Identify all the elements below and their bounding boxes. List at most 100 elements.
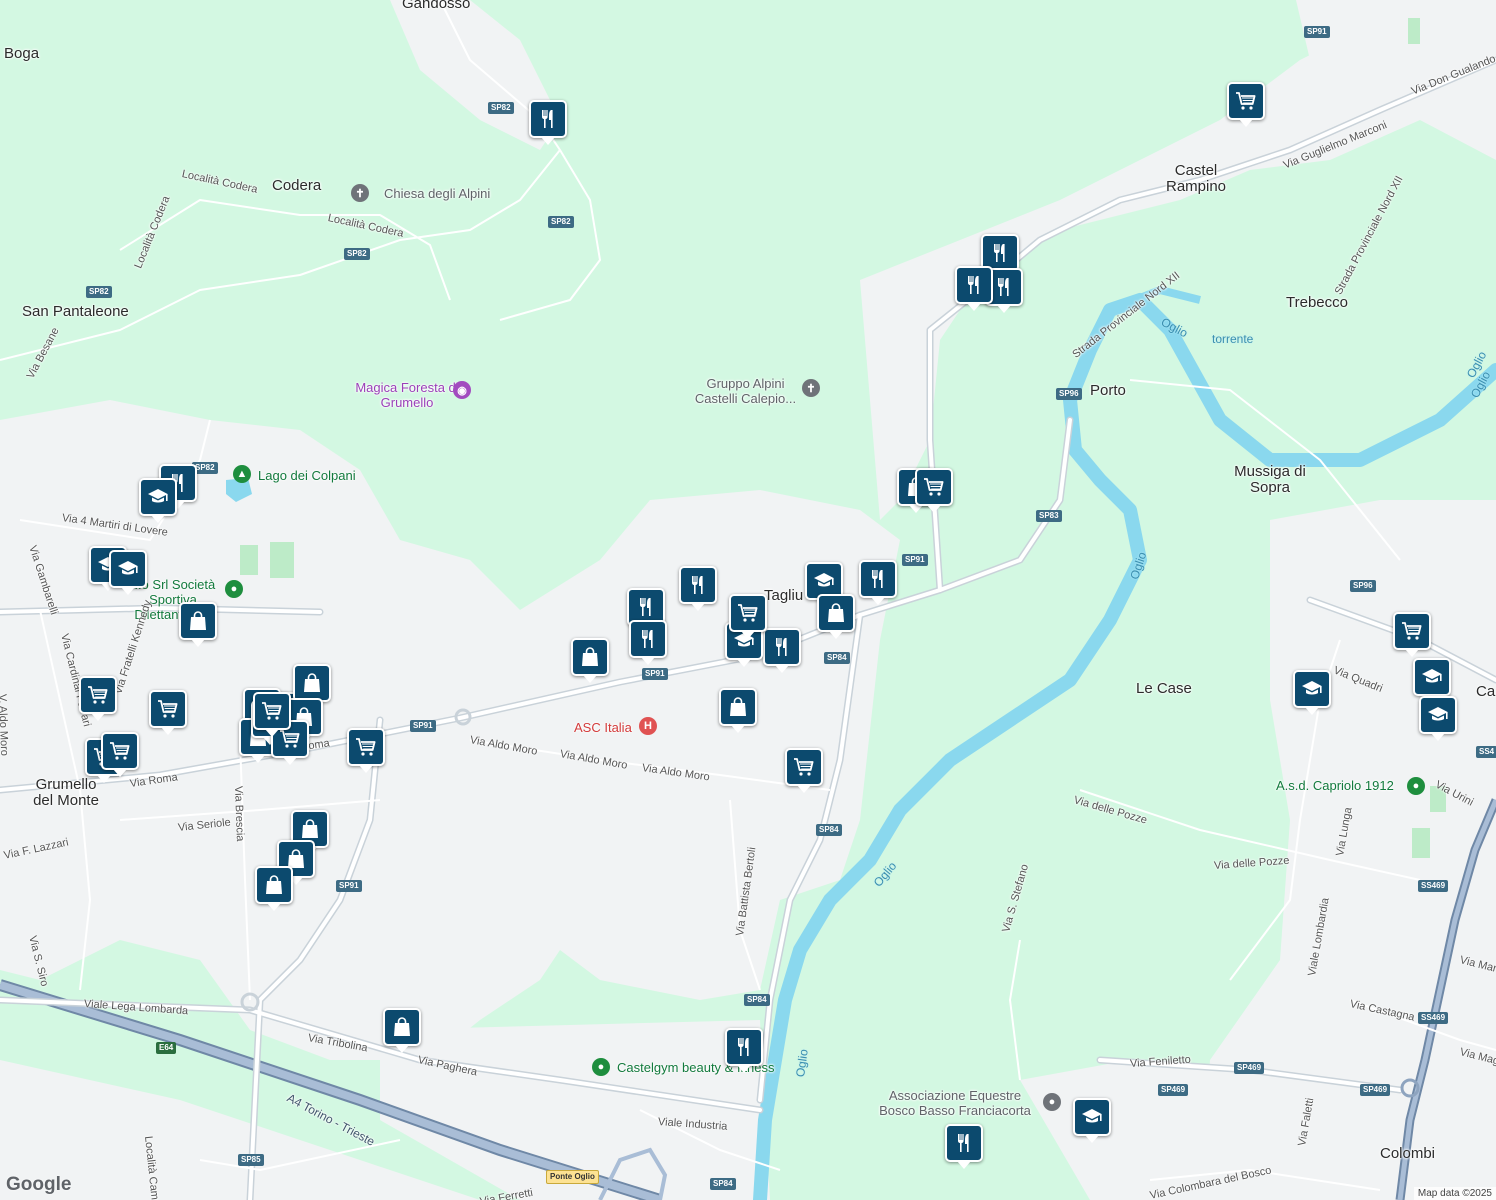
sports-icon[interactable]: ● [225,580,243,598]
restaurant-marker[interactable] [955,266,993,311]
restaurant-icon [692,576,703,594]
place-of-worship-icon[interactable]: ✝ [351,184,369,202]
road-shield: SP469 [1158,1084,1189,1096]
shopping-cart-marker[interactable] [729,594,767,639]
school-marker[interactable] [1293,670,1331,715]
poi-label-gruppo: Gruppo Alpini Castelli Calepio... [694,376,797,406]
restaurant-marker[interactable] [679,566,717,611]
restaurant-marker[interactable] [945,1124,983,1169]
shopping-cart-icon [262,702,282,720]
road-shield: SP82 [488,102,514,114]
shopping-bag-icon [828,603,844,622]
road-shield: SP96 [1056,388,1082,400]
shopping-bag-icon [394,1017,410,1036]
shopping-bag-marker[interactable] [255,866,293,911]
shopping-cart-marker[interactable] [785,748,823,793]
road-shield: SP91 [410,720,436,732]
shopping-cart-marker[interactable] [1227,82,1265,127]
restaurant-icon [642,630,653,648]
shopping-bag-icon [190,611,206,630]
restaurant-icon [998,278,1009,296]
sports-icon[interactable]: ● [1407,777,1425,795]
town-label: Grumello del Monte [33,776,99,809]
school-icon [118,561,138,575]
school-icon [1428,707,1448,721]
road-shield: SP84 [824,652,850,664]
camera-icon[interactable]: ◉ [453,381,471,399]
poi-label-equestre: Associazione Equestre Bosco Basso Franci… [879,1088,1031,1118]
poi-label-asc: ASC Italia [574,720,632,735]
restaurant-marker[interactable] [529,100,567,145]
shopping-bag-icon [266,875,282,894]
school-icon [1422,669,1442,683]
road-shield: SP91 [642,668,668,680]
school-marker[interactable] [1419,696,1457,741]
school-icon [814,573,834,587]
shopping-bag-marker[interactable] [179,602,217,647]
poi-label-chiesa: Chiesa degli Alpini [384,186,491,201]
school-icon [148,489,168,503]
shopping-cart-marker[interactable] [347,728,385,773]
restaurant-marker[interactable] [859,560,897,605]
road-shield: SS469 [1418,1012,1449,1024]
road-shield: SP96 [1350,580,1376,592]
school-marker[interactable] [1413,658,1451,703]
shopping-cart-marker[interactable] [253,692,291,737]
shopping-cart-icon [794,758,814,776]
school-marker[interactable] [109,550,147,595]
horse-riding-icon[interactable]: ● [1043,1093,1061,1111]
shopping-bag-marker[interactable] [383,1008,421,1053]
poi-label-asd: A.s.d. Capriolo 1912 [1276,778,1394,793]
poi-label-lago: Lago dei Colpani [258,468,356,483]
shopping-cart-marker[interactable] [915,468,953,513]
shopping-cart-icon [158,700,178,718]
shopping-bag-marker[interactable] [293,664,331,709]
shopping-bag-marker[interactable] [571,638,609,683]
shopping-cart-icon [738,604,758,622]
restaurant-icon [968,276,979,294]
town-label: Gandosso [402,0,471,12]
town-label: Mussiga di Sopra [1234,463,1306,496]
town-label: Colombi [1380,1145,1436,1162]
road-shield: SP84 [816,824,842,836]
town-label: Codera [272,177,322,194]
shopping-cart-marker[interactable] [149,690,187,735]
restaurant-marker[interactable] [629,620,667,665]
school-marker[interactable] [1073,1098,1111,1143]
shopping-cart-icon [924,478,944,496]
park-icon[interactable]: ▲ [233,465,251,483]
school-marker[interactable] [139,478,177,523]
restaurant-icon [640,598,651,616]
shopping-bag-marker[interactable] [817,594,855,639]
bridge-label: Ponte Oglio [546,1170,599,1184]
road-shield: SP469 [1234,1062,1265,1074]
road-shield: SP84 [710,1178,736,1190]
restaurant-icon [542,110,553,128]
place-of-worship-icon[interactable]: ✝ [802,379,820,397]
restaurant-icon [872,570,883,588]
hospital-icon[interactable]: H [639,717,657,735]
shopping-cart-marker[interactable] [101,732,139,777]
shopping-cart-marker[interactable] [1393,612,1431,657]
road-shield: SP84 [744,994,770,1006]
restaurant-icon [738,1038,749,1056]
restaurant-marker[interactable] [763,628,801,673]
shopping-cart-marker[interactable] [79,676,117,721]
restaurant-marker[interactable] [725,1028,763,1073]
shopping-bag-marker[interactable] [719,688,757,733]
map-canvas[interactable]: Gandosso Boga Codera San Pantaleone Castel R… [0,0,1496,1200]
shopping-bag-icon [302,819,318,838]
road-shield: SP82 [86,286,112,298]
school-icon [1302,681,1322,695]
town-label: Castel Rampino [1165,162,1227,195]
road-shield: SP82 [548,216,574,228]
shopping-bag-icon [304,673,320,692]
shopping-cart-icon [280,730,300,748]
gym-icon[interactable]: ● [592,1058,610,1076]
restaurant-icon [994,244,1005,262]
street-label: Via Brescia [232,785,246,842]
shopping-cart-icon [1236,92,1256,110]
map-attribution[interactable]: Map data ©2025 [1413,1187,1496,1200]
road-shield: SP83 [1036,510,1062,522]
restaurant-icon [958,1134,969,1152]
